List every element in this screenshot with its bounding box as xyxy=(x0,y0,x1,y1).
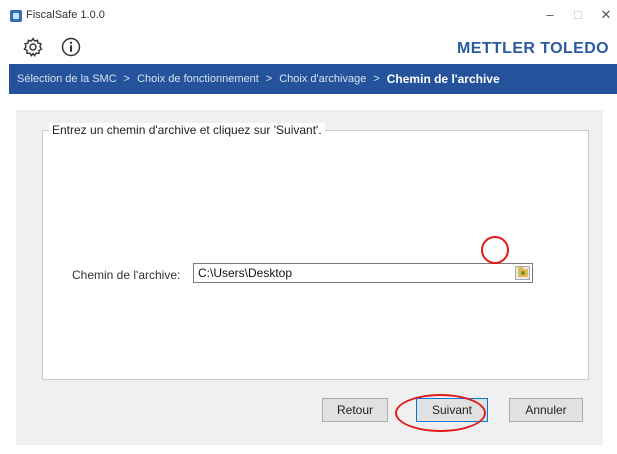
breadcrumb: Sélection de la SMC > Choix de fonctionn… xyxy=(9,64,617,94)
title-bar: FiscalSafe 1.0.0 – □ ✕ xyxy=(0,0,617,30)
window-title: FiscalSafe 1.0.0 xyxy=(26,9,105,21)
back-button[interactable]: Retour xyxy=(322,398,388,422)
breadcrumb-item-archive-path: Chemin de l'archive xyxy=(386,72,500,86)
browse-folder-button[interactable] xyxy=(515,266,530,280)
path-label: Chemin de l'archive: xyxy=(72,268,181,282)
info-icon[interactable] xyxy=(60,36,82,58)
group-title: Entrez un chemin d'archive et cliquez su… xyxy=(49,123,325,137)
breadcrumb-item-mode: Choix de fonctionnement xyxy=(137,73,259,85)
app-icon xyxy=(10,10,22,22)
next-button[interactable]: Suivant xyxy=(416,398,488,422)
toolbar: METTLER TOLEDO xyxy=(0,30,617,64)
content-panel: Entrez un chemin d'archive et cliquez su… xyxy=(16,110,603,445)
brand-logo: METTLER TOLEDO xyxy=(457,40,609,57)
minimize-button[interactable]: – xyxy=(540,6,560,24)
archive-path-group: Entrez un chemin d'archive et cliquez su… xyxy=(42,123,589,380)
folder-icon xyxy=(517,267,528,277)
archive-path-input[interactable] xyxy=(193,263,533,283)
breadcrumb-item-smc: Sélection de la SMC xyxy=(17,73,117,85)
gear-icon[interactable] xyxy=(22,36,44,58)
maximize-button[interactable]: □ xyxy=(568,6,588,24)
breadcrumb-item-archive-choice: Choix d'archivage xyxy=(279,73,367,85)
close-button[interactable]: ✕ xyxy=(596,6,616,24)
breadcrumb-separator: > xyxy=(123,73,131,85)
breadcrumb-separator: > xyxy=(373,73,380,85)
breadcrumb-separator: > xyxy=(265,73,273,85)
cancel-button[interactable]: Annuler xyxy=(509,398,583,422)
